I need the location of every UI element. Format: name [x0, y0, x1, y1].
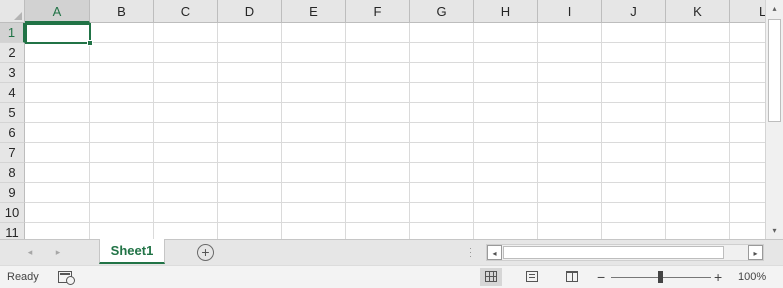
gridline	[345, 23, 346, 239]
gridline	[25, 182, 765, 183]
gridline	[89, 23, 90, 239]
gridline	[729, 23, 730, 239]
gridline	[25, 62, 765, 63]
page-layout-view-button[interactable]	[521, 268, 543, 286]
active-cell-a1[interactable]	[25, 23, 91, 44]
gridline	[665, 23, 666, 239]
row-header-1[interactable]: 1	[0, 23, 25, 43]
gridline	[281, 23, 282, 239]
gridline	[25, 162, 765, 163]
gridline	[25, 82, 765, 83]
tab-scroll-right-icon[interactable]: ▸	[48, 240, 68, 265]
column-header-l[interactable]: L	[730, 0, 765, 23]
zoom-out-button[interactable]: −	[597, 269, 605, 285]
normal-view-icon	[485, 271, 497, 282]
column-header-j[interactable]: J	[602, 0, 666, 23]
select-all-button[interactable]	[0, 0, 25, 23]
column-header-e[interactable]: E	[282, 0, 346, 23]
tab-split-handle[interactable]: · · ·	[469, 244, 472, 261]
fill-handle[interactable]	[87, 40, 93, 46]
row-header-8[interactable]: 8	[0, 163, 25, 183]
page-layout-icon	[526, 271, 538, 282]
scroll-left-icon[interactable]: ◂	[487, 245, 502, 260]
add-sheet-icon[interactable]: +	[197, 244, 214, 261]
status-ready-text: Ready	[7, 271, 39, 283]
column-header-f[interactable]: F	[346, 0, 410, 23]
vertical-scrollbar[interactable]: ▴ ▾	[765, 0, 783, 239]
gridline	[409, 23, 410, 239]
column-header-a[interactable]: A	[25, 0, 90, 23]
gridline	[25, 142, 765, 143]
worksheet-grid[interactable]: A B C D E F G H I J K L 1 2 3 4 5 6 7 8 …	[0, 0, 765, 239]
scroll-right-icon[interactable]: ▸	[748, 245, 763, 260]
row-header-3[interactable]: 3	[0, 63, 25, 83]
scroll-up-icon[interactable]: ▴	[766, 0, 783, 17]
tab-scroll-left-icon[interactable]: ◂	[20, 240, 40, 265]
gridline	[473, 23, 474, 239]
gridline	[25, 122, 765, 123]
column-header-g[interactable]: G	[410, 0, 474, 23]
scroll-down-icon[interactable]: ▾	[766, 222, 783, 239]
zoom-slider-thumb[interactable]	[658, 271, 663, 283]
gridline	[25, 42, 765, 43]
sheet-tab-bar: ◂ ▸ Sheet1 + · · · ◂ ▸	[0, 239, 783, 265]
column-header-c[interactable]: C	[154, 0, 218, 23]
gridline	[25, 102, 765, 103]
gridline	[537, 23, 538, 239]
row-header-6[interactable]: 6	[0, 123, 25, 143]
row-header-7[interactable]: 7	[0, 143, 25, 163]
macro-recording-icon[interactable]	[58, 271, 75, 285]
zoom-level[interactable]: 100%	[738, 271, 766, 283]
page-break-preview-button[interactable]	[561, 268, 583, 286]
gridline	[601, 23, 602, 239]
gridline	[25, 202, 765, 203]
row-header-5[interactable]: 5	[0, 103, 25, 123]
horizontal-scroll-thumb[interactable]	[503, 246, 724, 259]
row-header-9[interactable]: 9	[0, 183, 25, 203]
select-all-triangle-icon	[14, 12, 22, 20]
column-header-i[interactable]: I	[538, 0, 602, 23]
row-header-10[interactable]: 10	[0, 203, 25, 223]
gridline	[217, 23, 218, 239]
zoom-in-button[interactable]: +	[714, 269, 722, 285]
gridline	[153, 23, 154, 239]
sheet-tab-sheet1[interactable]: Sheet1	[99, 239, 165, 264]
vertical-scroll-thumb[interactable]	[768, 19, 781, 122]
normal-view-button[interactable]	[480, 268, 502, 286]
page-break-preview-icon	[566, 271, 578, 282]
column-header-b[interactable]: B	[90, 0, 154, 23]
column-header-d[interactable]: D	[218, 0, 282, 23]
horizontal-scrollbar[interactable]: ◂ ▸	[486, 244, 764, 261]
row-header-4[interactable]: 4	[0, 83, 25, 103]
gridline	[25, 222, 765, 223]
column-header-h[interactable]: H	[474, 0, 538, 23]
status-bar: Ready − + 100%	[0, 265, 783, 288]
row-header-2[interactable]: 2	[0, 43, 25, 63]
column-header-k[interactable]: K	[666, 0, 730, 23]
row-header-11[interactable]: 11	[0, 223, 25, 239]
